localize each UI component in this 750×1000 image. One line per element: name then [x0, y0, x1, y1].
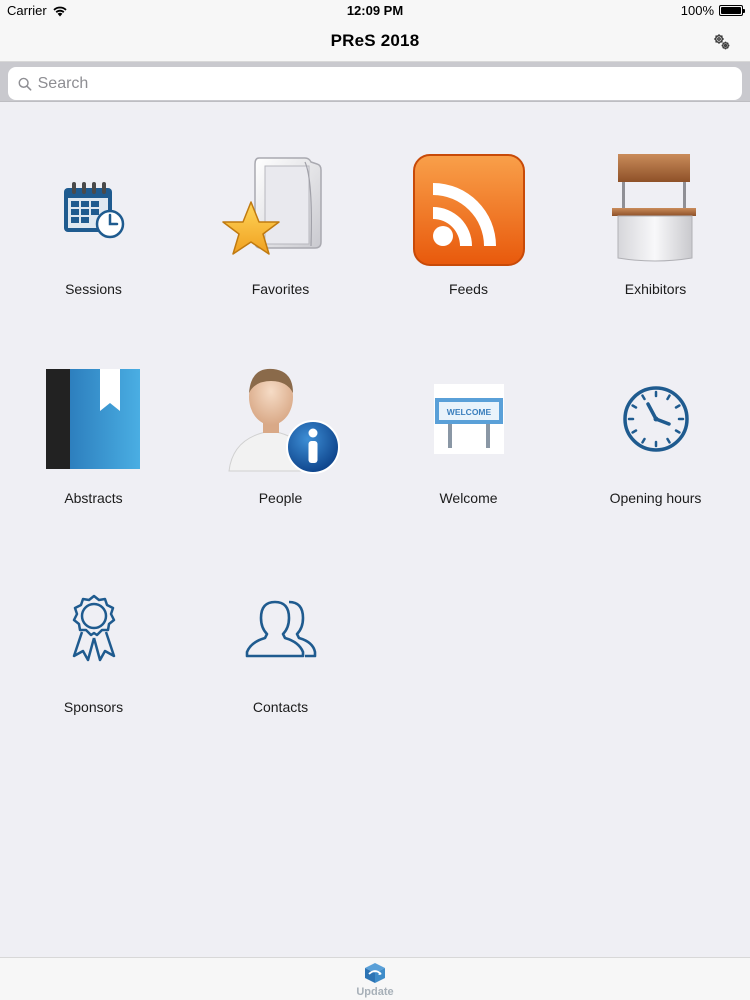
nav-title: PReS 2018	[330, 31, 420, 50]
tab-bar: Update	[0, 957, 750, 1000]
calendar-clock-icon	[63, 182, 124, 239]
tile-abstracts[interactable]: Abstracts	[0, 311, 187, 511]
tile-contacts[interactable]: Contacts	[187, 520, 374, 720]
battery-icon	[719, 5, 745, 16]
search-icon	[18, 77, 32, 91]
status-right: 100%	[680, 3, 745, 18]
tile-label: Welcome	[439, 490, 498, 506]
rss-icon	[412, 154, 525, 266]
update-tab-button[interactable]: Update	[340, 962, 410, 1000]
tile-label: Abstracts	[64, 490, 123, 506]
update-tab-label: Update	[356, 986, 394, 998]
tile-sponsors[interactable]: Sponsors	[0, 520, 187, 720]
clock-icon	[622, 386, 689, 452]
search-bar	[0, 62, 750, 102]
settings-button[interactable]	[712, 32, 732, 52]
search-input[interactable]	[37, 74, 742, 93]
status-time: 12:09 PM	[346, 3, 404, 18]
tile-opening-hours[interactable]: Opening hours	[562, 311, 749, 511]
users-icon	[245, 600, 316, 658]
tile-favorites[interactable]: Favorites	[187, 102, 374, 302]
feature-grid: Sessions Favorites Feeds Exhibitors Abst…	[0, 102, 750, 957]
status-bar: Carrier 12:09 PM 100%	[0, 0, 750, 22]
tile-label: Feeds	[449, 281, 488, 297]
tile-label: Exhibitors	[624, 281, 687, 297]
tile-label: Contacts	[252, 699, 309, 715]
tile-exhibitors[interactable]: Exhibitors	[562, 102, 749, 302]
battery-percent: 100%	[680, 3, 714, 18]
gears-icon	[714, 34, 730, 50]
tile-label: Sessions	[65, 281, 122, 297]
tile-people[interactable]: People	[187, 311, 374, 511]
tile-sessions[interactable]: Sessions	[0, 102, 187, 302]
booth-icon	[611, 154, 696, 262]
person-info-icon	[227, 368, 340, 474]
update-icon	[365, 963, 385, 983]
tile-label: Sponsors	[63, 699, 124, 715]
search-field[interactable]	[8, 67, 742, 100]
book-bookmark-icon	[45, 369, 140, 469]
navigation-bar: PReS 2018	[0, 22, 750, 62]
welcome-sign-text: WELCOME	[446, 407, 491, 417]
tile-welcome[interactable]: WELCOME Welcome	[375, 311, 562, 511]
folder-star-icon	[221, 157, 322, 255]
welcome-sign-icon: WELCOME	[433, 384, 504, 454]
ribbon-award-icon	[72, 594, 115, 662]
tile-label: Opening hours	[609, 490, 702, 506]
tile-label: Favorites	[251, 281, 310, 297]
tile-label: People	[258, 490, 303, 506]
tile-feeds[interactable]: Feeds	[375, 102, 562, 302]
